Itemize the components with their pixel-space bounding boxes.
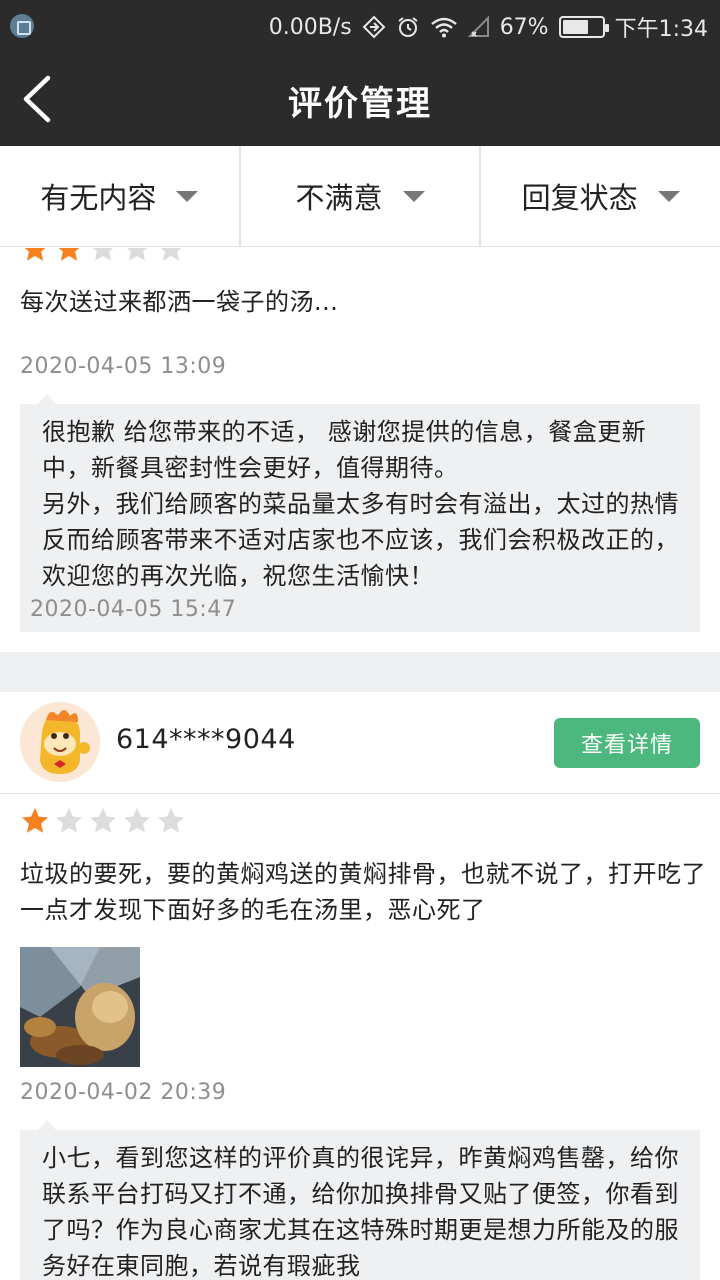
app-notification-icon: [10, 14, 34, 38]
clock: 下午1:34: [614, 17, 708, 42]
title-bar: 评价管理: [0, 52, 720, 146]
signal-icon: [467, 16, 489, 37]
star-empty-icon: [90, 808, 116, 833]
star-empty-icon: [160, 248, 182, 261]
filter-satisfaction-label: 不满意: [295, 181, 383, 215]
star-empty-icon: [56, 808, 82, 833]
data-saver-icon: [362, 15, 386, 39]
merchant-reply: 小七，看到您这样的评价真的很诧异，昨黄焖鸡售罄，给你联系平台打码又打不通，给你加…: [20, 1120, 700, 1280]
filter-bar: 有无内容 不满意 回复状态: [0, 146, 720, 247]
star-empty-icon: [124, 808, 150, 833]
merchant-reply: 很抱歉 给您带来的不适， 感谢您提供的信息，餐盒更新中，新餐具密封性会更好，值得…: [20, 394, 700, 632]
caret-down-icon: [657, 190, 680, 202]
caret-down-icon: [402, 190, 425, 202]
star-filled-icon: [22, 808, 48, 833]
wifi-icon: [430, 17, 457, 38]
avatar: [20, 702, 100, 782]
review-date: 2020-04-05 13:09: [20, 354, 227, 379]
filter-content[interactable]: 有无内容: [0, 146, 241, 246]
battery-icon: [558, 16, 609, 38]
view-details-button[interactable]: 查看详情: [554, 718, 700, 768]
review-user-row: 614****9044 查看详情: [0, 692, 720, 794]
filter-reply-status[interactable]: 回复状态: [481, 146, 720, 246]
star-empty-icon: [92, 248, 114, 261]
review-date: 2020-04-02 20:39: [20, 1080, 227, 1105]
reply-text: 很抱歉 给您带来的不适， 感谢您提供的信息，餐盒更新中，新餐具密封性会更好，值得…: [42, 418, 679, 590]
reply-pointer: [38, 1120, 56, 1130]
battery-percent: 67%: [499, 14, 549, 40]
filter-satisfaction[interactable]: 不满意: [241, 146, 482, 246]
caret-down-icon: [176, 190, 199, 202]
reply-text: 小七，看到您这样的评价真的很诧异，昨黄焖鸡售罄，给你联系平台打码又打不通，给你加…: [42, 1144, 679, 1280]
review-text: 垃圾的要死，要的黄焖鸡送的黄焖排骨，也就不说了，打开吃了一点才发现下面好多的毛在…: [20, 860, 706, 924]
star-empty-icon: [126, 248, 148, 261]
review-photo[interactable]: [20, 947, 140, 1067]
review-text: 每次送过来都洒一袋子的汤...: [20, 288, 339, 316]
review-list[interactable]: 每次送过来都洒一袋子的汤... 2020-04-05 13:09 很抱歉 给您带…: [0, 248, 720, 1280]
network-speed: 0.00B/s: [268, 14, 352, 40]
star-filled-icon: [58, 248, 80, 261]
star-rating: [20, 248, 186, 264]
star-empty-icon: [158, 808, 184, 833]
page-title: 评价管理: [288, 84, 432, 124]
filter-reply-status-label: 回复状态: [521, 181, 638, 215]
alarm-icon: [398, 17, 418, 37]
filter-content-label: 有无内容: [40, 181, 157, 215]
star-rating: [20, 806, 186, 836]
reply-pointer: [38, 394, 56, 404]
star-filled-icon: [24, 248, 46, 261]
reply-date: 2020-04-05 15:47: [30, 597, 237, 622]
section-divider: [0, 652, 720, 692]
username: 614****9044: [116, 724, 296, 755]
status-bar: 0.00B/s 67% 下午1:34: [0, 0, 720, 52]
